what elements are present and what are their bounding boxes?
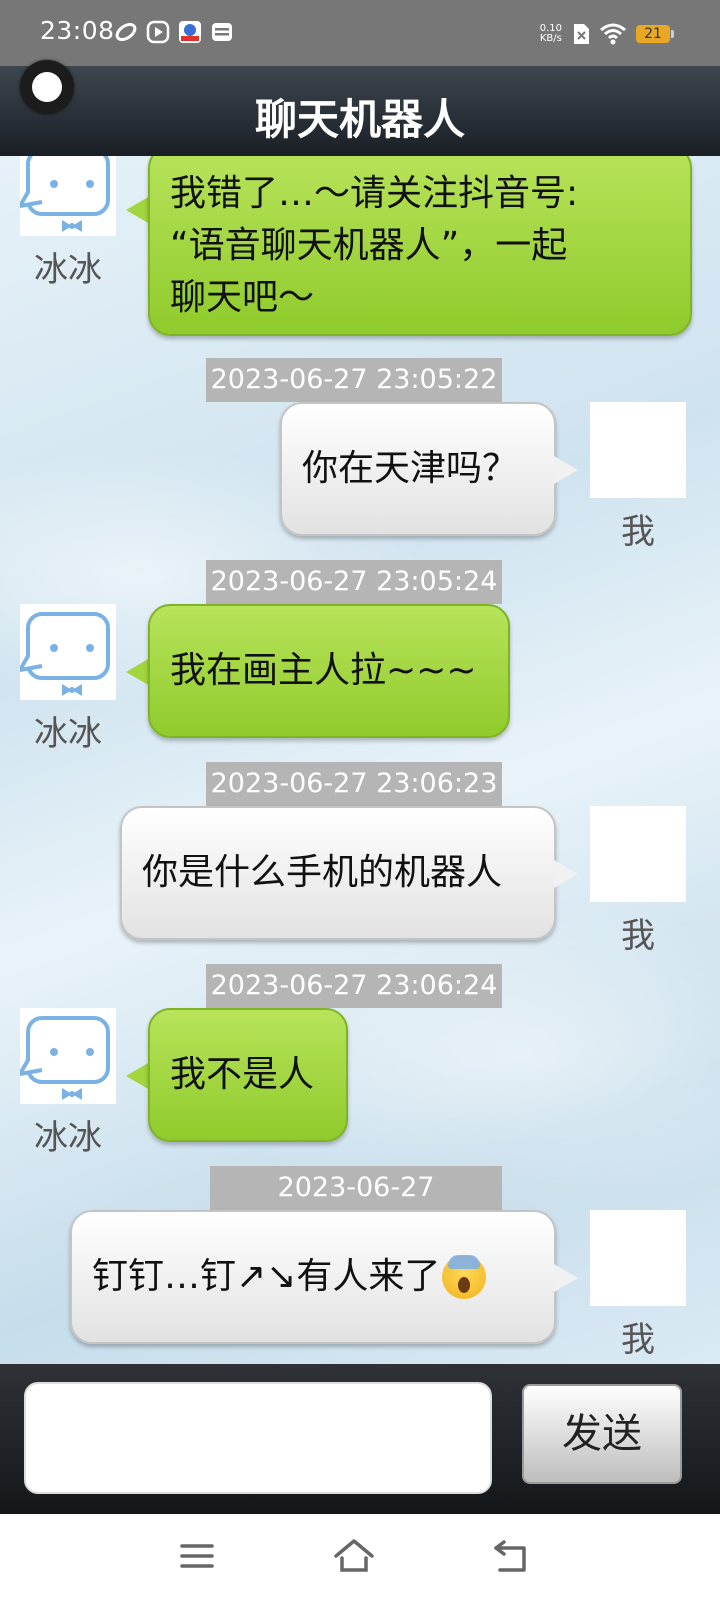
- message-content: 钉钉…钉↗↘有人来了: [92, 1226, 534, 1328]
- net-speed-unit: KB/s: [539, 33, 562, 44]
- status-icons-left: [114, 20, 234, 46]
- message-text: 你是什么手机的机器人: [142, 852, 503, 893]
- bot-name: 冰冰: [34, 714, 102, 754]
- message-line: “语音聊天机器人”，一起: [170, 225, 568, 266]
- message-timestamp: 2023-06-27 23:06:23: [206, 762, 502, 806]
- message-bubble-me[interactable]: 你是什么手机的机器人: [120, 806, 556, 940]
- input-bar: 发送: [0, 1364, 720, 1514]
- message-text: 你在天津吗？: [302, 448, 519, 489]
- app-icon: [178, 20, 202, 44]
- bubble-tail: [554, 1264, 578, 1292]
- home-icon[interactable]: [332, 1536, 376, 1576]
- bubble-tail: [126, 1062, 150, 1090]
- message-bubble-bot[interactable]: 我在画主人拉~~~: [148, 604, 510, 738]
- chat-area[interactable]: 冰冰 我错了…～请关注抖音号: “语音聊天机器人”，一起 聊天吧～ 2023-0…: [0, 156, 720, 1364]
- title-bar: 聊天机器人: [0, 66, 720, 156]
- bubble-tail: [126, 658, 150, 686]
- menu-icon[interactable]: [176, 1536, 220, 1576]
- bubble-tail: [554, 860, 578, 888]
- send-button[interactable]: 发送: [522, 1384, 682, 1484]
- user-avatar[interactable]: [590, 1210, 686, 1306]
- bot-name: 冰冰: [34, 1118, 102, 1158]
- card-icon: [210, 20, 234, 44]
- message-line: 聊天吧～: [170, 277, 315, 318]
- battery-icon: 21: [636, 25, 674, 43]
- navigation-bar: [0, 1514, 720, 1600]
- back-icon[interactable]: [490, 1536, 534, 1576]
- floating-ball-button[interactable]: [20, 60, 74, 114]
- play-icon: [146, 20, 170, 44]
- message-input[interactable]: [24, 1382, 492, 1494]
- sim-off-icon: [572, 23, 590, 45]
- message-timestamp: 2023-06-27 23:06:24: [206, 964, 502, 1008]
- bubble-tail: [126, 196, 150, 224]
- user-name: 我: [621, 1320, 655, 1360]
- floating-ball-dot: [32, 72, 62, 102]
- status-time: 23:08: [40, 16, 115, 45]
- bot-avatar[interactable]: [20, 1008, 116, 1104]
- message-text: 我在画主人拉~~~: [170, 650, 477, 691]
- message-bubble-me[interactable]: 你在天津吗？: [280, 402, 556, 536]
- message-text: 钉钉…钉↗↘有人来了: [92, 1256, 441, 1297]
- status-bar: 23:08 0.10 KB/s 21: [0, 0, 720, 66]
- message-timestamp: 2023-06-27 23:05:22: [206, 358, 502, 402]
- message-timestamp: 2023-06-27 23:07:18: [210, 1166, 502, 1247]
- page-title: 聊天机器人: [254, 95, 465, 144]
- link-icon: [114, 20, 138, 44]
- bot-name: 冰冰: [34, 250, 102, 290]
- bubble-tail: [554, 456, 578, 484]
- status-icons-right: 0.10 KB/s 21: [540, 20, 674, 48]
- user-avatar[interactable]: [590, 402, 686, 498]
- user-avatar[interactable]: [590, 806, 686, 902]
- user-name: 我: [621, 916, 655, 956]
- message-bubble-bot[interactable]: 我不是人: [148, 1008, 348, 1142]
- scared-face-emoji: [442, 1255, 487, 1299]
- message-text: 我不是人: [170, 1054, 315, 1095]
- wifi-icon: [600, 23, 626, 45]
- message-bubble-me[interactable]: 钉钉…钉↗↘有人来了: [70, 1210, 556, 1344]
- message-line: 我错了…～请关注抖音号:: [170, 173, 579, 214]
- user-name: 我: [621, 512, 655, 552]
- net-speed: 0.10 KB/s: [540, 24, 562, 44]
- bot-avatar[interactable]: [20, 604, 116, 700]
- message-timestamp: 2023-06-27 23:05:24: [206, 560, 502, 604]
- bot-avatar[interactable]: [20, 156, 116, 236]
- message-bubble-bot[interactable]: 我错了…～请关注抖音号: “语音聊天机器人”，一起 聊天吧～: [148, 156, 692, 336]
